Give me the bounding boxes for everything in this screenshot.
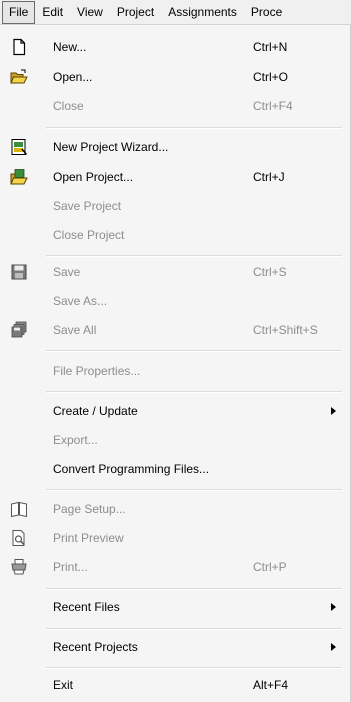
menu-item-label: Save <box>53 265 81 279</box>
menu-item-save[interactable]: Save Ctrl+S <box>0 258 351 287</box>
menu-separator <box>46 255 342 257</box>
menu-item-save-project[interactable]: Save Project <box>0 192 351 221</box>
menu-item-label: Open Project... <box>53 170 134 184</box>
menu-item-label: Close <box>53 99 84 113</box>
menu-separator <box>46 489 342 491</box>
menu-item-shortcut: Ctrl+O <box>253 70 289 84</box>
menu-separator <box>46 391 342 393</box>
menu-item-create-update[interactable]: Create / Update <box>0 397 351 426</box>
menu-view[interactable]: View <box>70 1 110 24</box>
submenu-arrow-icon <box>331 603 336 611</box>
menu-item-label: Save As... <box>53 294 108 308</box>
menu-item-new[interactable]: New... Ctrl+N <box>0 33 351 62</box>
open-project-icon <box>10 168 28 186</box>
menu-item-recent-files[interactable]: Recent Files <box>0 593 351 622</box>
menu-item-label: Create / Update <box>53 404 138 418</box>
menu-file[interactable]: File <box>2 0 36 24</box>
menu-item-label: Print... <box>53 560 88 574</box>
menu-item-open[interactable]: Open... Ctrl+O <box>0 63 351 92</box>
menu-item-shortcut: Ctrl+Shift+S <box>253 323 318 337</box>
menu-item-label: File Properties... <box>53 364 141 378</box>
menu-item-page-setup[interactable]: Page Setup... <box>0 495 351 524</box>
open-folder-icon <box>10 68 28 86</box>
submenu-arrow-icon <box>331 643 336 651</box>
menu-item-label: Print Preview <box>53 531 124 545</box>
menu-processing[interactable]: Proce <box>244 1 289 24</box>
menu-separator <box>46 588 342 590</box>
page-setup-icon <box>10 500 28 518</box>
menu-item-print[interactable]: Print... Ctrl+P <box>0 553 351 582</box>
menu-separator <box>46 350 342 352</box>
menu-item-save-all[interactable]: Save All Ctrl+Shift+S <box>0 316 351 345</box>
menu-project[interactable]: Project <box>110 1 161 24</box>
menu-item-label: Save All <box>53 323 97 337</box>
submenu-arrow-icon <box>331 407 336 415</box>
menu-item-label: Convert Programming Files... <box>53 462 210 476</box>
menu-item-export[interactable]: Export... <box>0 426 351 455</box>
menu-item-close[interactable]: Close Ctrl+F4 <box>0 92 351 121</box>
menu-item-label: Open... <box>53 70 93 84</box>
menu-item-label: Export... <box>53 433 98 447</box>
menu-item-recent-projects[interactable]: Recent Projects <box>0 633 351 662</box>
menu-separator <box>46 127 342 129</box>
project-wizard-icon <box>10 138 28 156</box>
menu-item-shortcut: Ctrl+F4 <box>253 99 293 113</box>
menu-item-shortcut: Ctrl+S <box>253 265 287 279</box>
menu-item-convert-programming-files[interactable]: Convert Programming Files... <box>0 455 351 484</box>
menu-item-label: Recent Projects <box>53 640 138 654</box>
menu-assignments[interactable]: Assignments <box>161 1 244 24</box>
menu-item-new-project-wizard[interactable]: New Project Wizard... <box>0 133 351 162</box>
menu-item-label: Save Project <box>53 199 122 213</box>
menu-item-label: New... <box>53 40 87 54</box>
menu-bar: File Edit View Project Assignments Proce <box>0 0 351 25</box>
menu-edit[interactable]: Edit <box>35 1 70 24</box>
menu-item-shortcut: Alt+F4 <box>253 678 289 692</box>
menu-separator <box>46 667 342 669</box>
menu-item-close-project[interactable]: Close Project <box>0 221 351 250</box>
save-all-icon <box>10 321 28 339</box>
new-file-icon <box>10 38 28 56</box>
menu-item-file-properties[interactable]: File Properties... <box>0 357 351 386</box>
menu-item-label: New Project Wizard... <box>53 140 169 154</box>
menu-separator <box>46 628 342 630</box>
menu-item-label: Recent Files <box>53 600 120 614</box>
save-disk-icon <box>10 263 28 281</box>
file-menu-dropdown: New... Ctrl+N Open... Ctrl+O Close Ctrl+… <box>0 25 351 702</box>
menu-item-shortcut: Ctrl+P <box>253 560 287 574</box>
menu-item-open-project[interactable]: Open Project... Ctrl+J <box>0 163 351 192</box>
printer-icon <box>10 558 28 576</box>
menu-item-print-preview[interactable]: Print Preview <box>0 524 351 553</box>
menu-item-label: Page Setup... <box>53 502 126 516</box>
menu-item-shortcut: Ctrl+J <box>253 170 285 184</box>
menu-item-label: Exit <box>53 678 74 692</box>
menu-item-save-as[interactable]: Save As... <box>0 287 351 316</box>
print-preview-icon <box>10 529 28 547</box>
menu-item-shortcut: Ctrl+N <box>253 40 288 54</box>
menu-item-exit[interactable]: Exit Alt+F4 <box>0 671 351 700</box>
menu-item-label: Close Project <box>53 228 125 242</box>
